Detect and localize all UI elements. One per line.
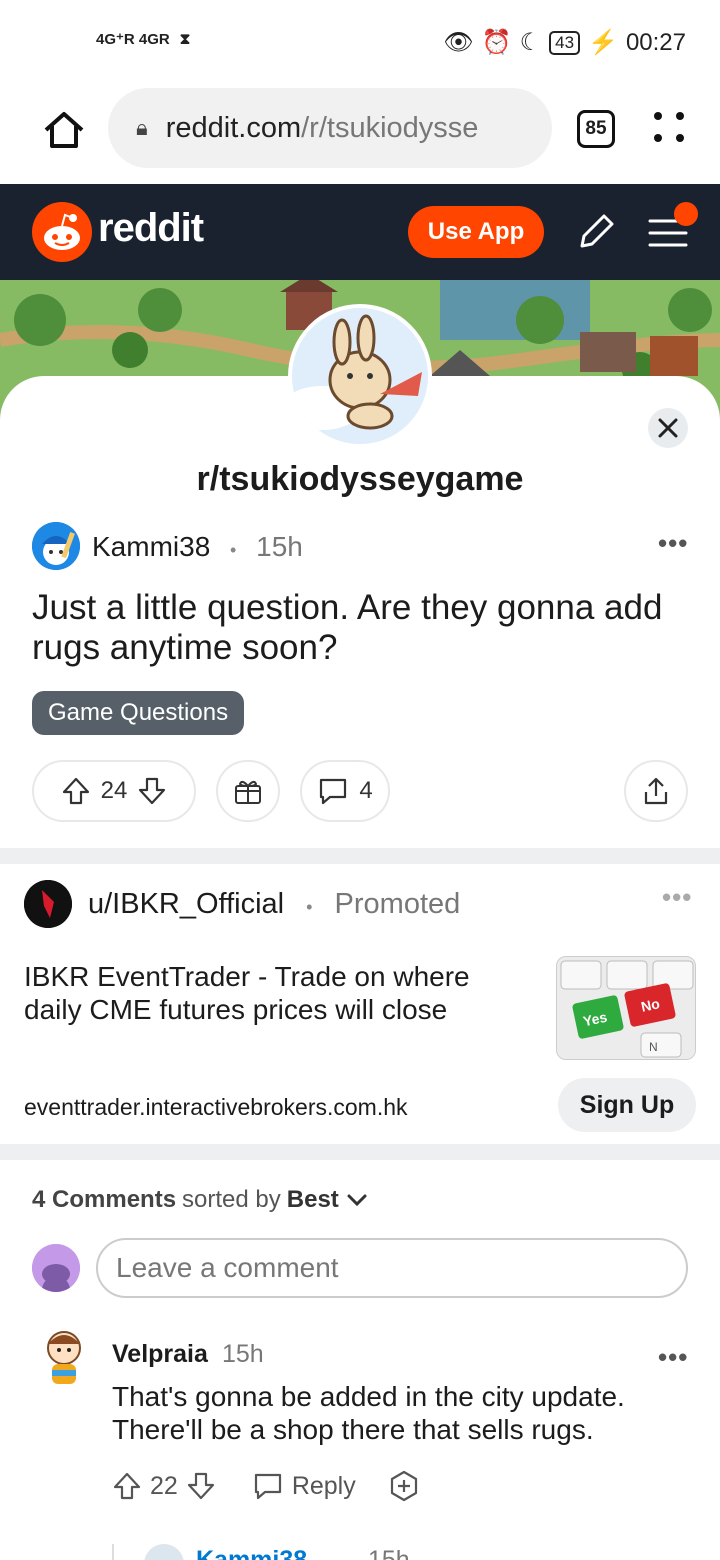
comment-vote-count: 22 <box>150 1471 178 1500</box>
tab-switcher-button[interactable]: 85 <box>577 110 615 148</box>
ad-thumbnail[interactable]: N Yes No <box>556 956 696 1060</box>
lock-icon: 🔒︎ <box>136 115 148 140</box>
comment-body: That's gonna be added in the city update… <box>112 1381 625 1445</box>
reply-button[interactable]: Reply <box>252 1471 356 1501</box>
vote-count: 24 <box>100 777 128 804</box>
ad-more-icon[interactable]: ••• <box>662 882 692 913</box>
url-text: reddit.com/r/tsukiodysse <box>165 111 479 144</box>
status-bar: 4G⁺R 4GR ⧗ 👁 ⏰ ☾ 43 ⚡ 00:27 <box>0 0 720 88</box>
svg-text:N: N <box>649 1040 658 1054</box>
comment-icon <box>320 778 347 805</box>
vote-pill: 24 <box>32 760 196 822</box>
post-meta: Kammi38 • 15h <box>92 531 303 563</box>
charging-icon: ⚡ <box>588 29 618 56</box>
upvote-icon[interactable] <box>112 1471 142 1501</box>
author-avatar[interactable] <box>32 522 80 570</box>
reply-age: 15h <box>368 1546 410 1560</box>
browser-toolbar: 🔒︎ reddit.com/r/tsukiodysse 85 <box>0 88 720 184</box>
sort-value: Best <box>286 1186 339 1213</box>
moon-icon: ☾ <box>519 29 542 56</box>
post-age: 15h <box>256 531 303 562</box>
award-icon[interactable] <box>388 1470 420 1502</box>
comment-count: 4 <box>359 777 373 804</box>
meta-separator: • <box>230 540 237 560</box>
eye-icon: 👁 <box>443 29 474 56</box>
reddit-wordmark[interactable]: reddit <box>98 206 204 251</box>
pencil-icon[interactable] <box>576 212 616 252</box>
reddit-header: reddit Use App <box>0 184 720 280</box>
commenter-avatar[interactable] <box>40 1326 88 1386</box>
thread-line <box>112 1544 114 1560</box>
status-right: 👁 ⏰ ☾ 43 ⚡ 00:27 <box>443 28 686 57</box>
ad-domain[interactable]: eventtrader.interactivebrokers.com.hk <box>24 1094 408 1121</box>
section-divider <box>0 848 720 864</box>
current-user-avatar <box>32 1244 80 1292</box>
comment-age: 15h <box>222 1340 264 1368</box>
reply-label: Reply <box>291 1471 356 1500</box>
close-button[interactable] <box>648 408 688 448</box>
comments-button[interactable]: 4 <box>300 760 390 822</box>
downvote-icon[interactable] <box>137 776 167 806</box>
comments-header[interactable]: 4 Comments sorted by Best <box>32 1186 369 1214</box>
ad-title[interactable]: IBKR EventTrader - Trade on where daily … <box>24 960 524 1026</box>
promoted-label: Promoted <box>334 888 461 920</box>
subreddit-name[interactable]: r/tsukiodysseygame <box>0 460 720 499</box>
advertiser-avatar[interactable] <box>24 880 72 928</box>
notification-dot <box>674 202 698 226</box>
comment-actions: 22 Reply <box>112 1470 420 1502</box>
hourglass-icon: ⧗ <box>179 30 191 48</box>
section-divider <box>0 1144 720 1160</box>
post-more-icon[interactable]: ••• <box>658 528 688 559</box>
share-button[interactable] <box>624 760 688 822</box>
signal-indicators: 4G⁺R 4GR ⧗ <box>96 30 191 49</box>
upvote-icon[interactable] <box>61 776 91 806</box>
clock: 00:27 <box>625 28 686 56</box>
post-author[interactable]: Kammi38 <box>92 531 210 562</box>
gift-icon <box>235 780 261 804</box>
reply-author[interactable]: Kammi38 <box>196 1546 307 1560</box>
sign-up-button[interactable]: Sign Up <box>558 1078 696 1132</box>
chevron-down-icon <box>347 1194 367 1207</box>
downvote-icon[interactable] <box>186 1471 216 1501</box>
commenter-name[interactable]: Velpraia <box>112 1340 208 1369</box>
network-label: 4G⁺R 4GR <box>96 31 170 48</box>
meta-separator: • <box>306 897 313 917</box>
sorted-by-label: sorted by <box>182 1186 281 1213</box>
comment-input[interactable]: Leave a comment <box>96 1238 688 1298</box>
menu-dots-icon[interactable] <box>652 110 686 144</box>
subreddit-avatar <box>288 304 432 448</box>
comment-icon <box>254 1473 281 1500</box>
share-icon <box>644 777 668 805</box>
alarm-icon: ⏰ <box>481 29 512 56</box>
comment-more-icon[interactable]: ••• <box>658 1342 688 1373</box>
post-title[interactable]: Just a little question. Are they gonna a… <box>32 588 682 668</box>
award-button[interactable] <box>216 760 280 822</box>
comments-count-label: 4 Comments <box>32 1186 177 1213</box>
battery-level: 43 <box>549 30 581 55</box>
address-bar[interactable]: 🔒︎ reddit.com/r/tsukiodysse <box>108 88 552 168</box>
home-icon[interactable] <box>42 108 86 152</box>
advertiser-name[interactable]: u/IBKR_Official <box>88 888 284 920</box>
use-app-button[interactable]: Use App <box>408 206 544 258</box>
promoted-meta: u/IBKR_Official • Promoted <box>88 888 460 921</box>
reddit-logo-icon[interactable] <box>32 202 92 262</box>
post-flair[interactable]: Game Questions <box>32 691 245 735</box>
